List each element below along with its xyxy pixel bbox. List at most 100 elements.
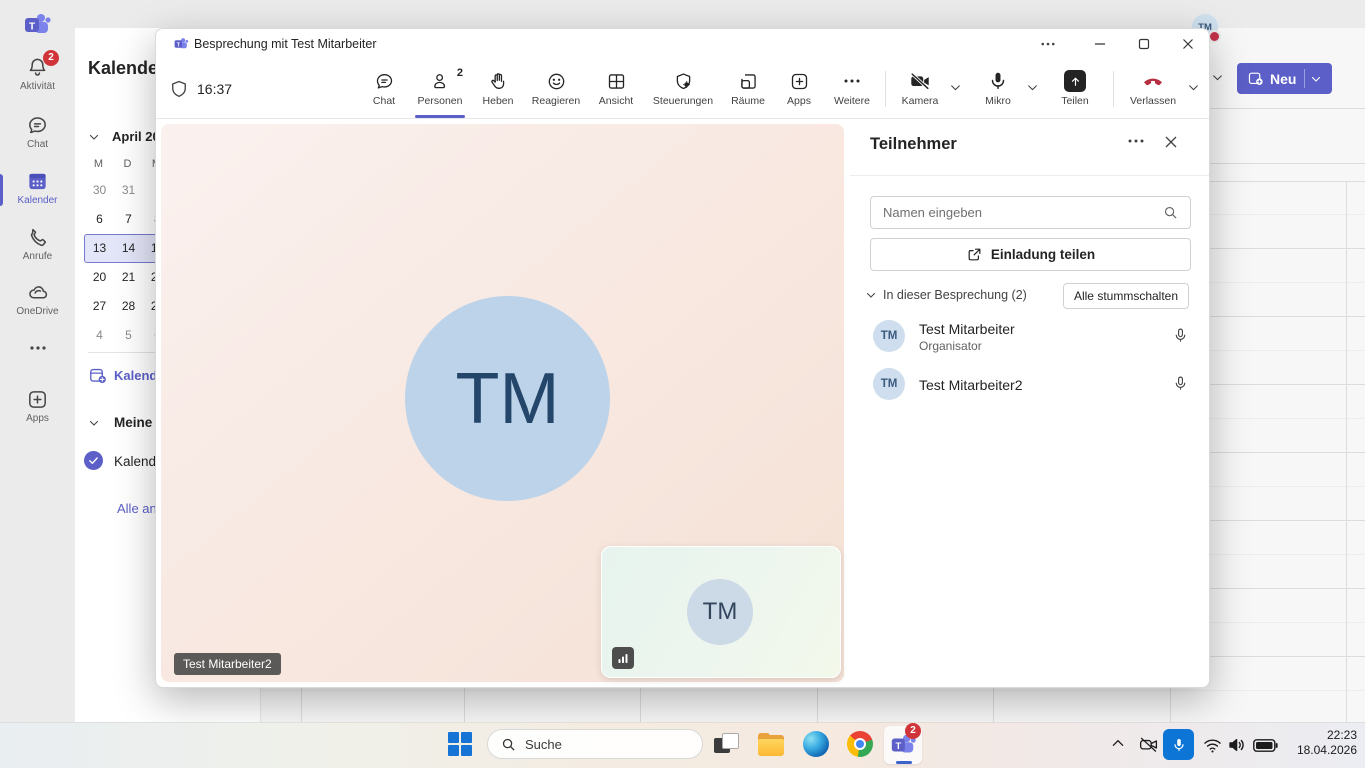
mini-calendar-day[interactable]: 7 <box>114 206 143 233</box>
wifi-icon[interactable] <box>1203 737 1222 754</box>
tab-apps[interactable]: Apps <box>775 59 823 118</box>
meeting-close-button[interactable] <box>1182 38 1194 50</box>
mini-calendar-day[interactable]: 28 <box>114 293 143 320</box>
tab-rooms[interactable]: Räume <box>721 59 775 118</box>
mini-calendar-day[interactable]: 6 <box>85 206 114 233</box>
taskbar-clock[interactable]: 22:23 18.04.2026 <box>1297 728 1357 758</box>
sidebar-item-onedrive[interactable]: OneDrive <box>0 281 75 317</box>
app-rail <box>0 0 75 722</box>
mini-calendar-day[interactable]: 4 <box>85 322 114 349</box>
mini-calendar-day[interactable]: 21 <box>114 264 143 291</box>
share-button[interactable]: Teilen <box>1050 59 1100 118</box>
sidebar-item-calls[interactable]: Anrufe <box>0 226 75 262</box>
sidebar-item-activity[interactable]: 2 Aktivität <box>0 56 75 92</box>
plus-square-icon <box>789 71 810 92</box>
mini-calendar-day[interactable]: 31 <box>114 177 143 204</box>
tab-view[interactable]: Ansicht <box>587 59 645 118</box>
speaker-name-tag: Test Mitarbeiter2 <box>174 653 281 675</box>
camera-button[interactable]: Kamera <box>894 59 946 118</box>
search-icon <box>1163 205 1178 220</box>
mic-options-chevron[interactable] <box>1026 81 1039 94</box>
mute-all-button[interactable]: Alle stummschalten <box>1063 283 1189 309</box>
share-invite-button[interactable]: Einladung teilen <box>870 238 1191 271</box>
camera-options-chevron[interactable] <box>949 81 962 94</box>
new-event-main[interactable]: Neu <box>1237 70 1304 87</box>
volume-icon[interactable] <box>1227 736 1247 754</box>
mic-button[interactable]: Mikro <box>972 59 1024 118</box>
chevron-down-icon[interactable] <box>88 417 100 429</box>
taskbar-search[interactable]: Suche <box>487 729 703 759</box>
participant-search-input[interactable] <box>871 205 1163 220</box>
edge-button[interactable] <box>803 731 829 757</box>
mini-calendar-day[interactable]: 27 <box>85 293 114 320</box>
activity-badge: 2 <box>43 50 59 66</box>
teams-logo: T <box>22 10 52 40</box>
battery-icon[interactable] <box>1253 739 1278 752</box>
people-count-badge: 2 <box>457 67 463 79</box>
sidebar-item-label: Anrufe <box>0 251 75 262</box>
taskbar-search-label: Suche <box>525 737 562 752</box>
mini-calendar-day[interactable]: 20 <box>85 264 114 291</box>
app-topbar <box>75 0 1365 28</box>
tab-raise-hand[interactable]: Heben <box>471 59 525 118</box>
view-selector-chevron-icon[interactable] <box>1211 71 1224 84</box>
section-header[interactable]: In dieser Besprechung (2) <box>883 288 1027 302</box>
participant-mic-icon[interactable] <box>1172 375 1189 392</box>
mini-calendar-day[interactable]: 13 <box>85 235 114 262</box>
mini-calendar-day[interactable]: 5 <box>114 322 143 349</box>
share-screen-icon <box>1064 70 1086 92</box>
participant-search[interactable] <box>870 196 1191 229</box>
security-shield-icon[interactable] <box>169 79 189 99</box>
minimize-icon <box>1094 38 1106 50</box>
chevron-down-icon[interactable] <box>88 131 100 143</box>
leave-options-chevron[interactable] <box>1187 81 1200 94</box>
tab-react[interactable]: Reagieren <box>525 59 587 118</box>
participant-row[interactable]: TM Test Mitarbeiter Organisator <box>850 314 1210 362</box>
mini-calendar-day[interactable]: 14 <box>114 235 143 262</box>
sidebar-item-chat[interactable]: Chat <box>0 114 75 150</box>
tab-chat[interactable]: Chat <box>359 59 409 118</box>
calendar-checkbox[interactable] <box>84 451 103 470</box>
chat-icon <box>374 71 395 92</box>
tab-controls[interactable]: Steuerungen <box>645 59 721 118</box>
meeting-minimize-button[interactable] <box>1094 38 1106 50</box>
phone-icon <box>26 226 49 249</box>
participant-initials: TM <box>881 378 898 390</box>
titlebar-more-button[interactable] <box>1041 42 1055 46</box>
meeting-titlebar[interactable]: T Besprechung mit Test Mitarbeiter <box>156 29 1209 59</box>
sidebar-item-apps[interactable]: Apps <box>0 388 75 424</box>
speaker-icon <box>1227 736 1247 754</box>
sidebar-item-calendar[interactable]: Kalender <box>0 170 75 206</box>
meeting-window-title: Besprechung mit Test Mitarbeiter <box>194 37 377 51</box>
leave-button[interactable]: Verlassen <box>1122 59 1184 118</box>
tab-more[interactable]: Weitere <box>823 59 881 118</box>
tab-people[interactable]: 2 Personen <box>409 59 471 118</box>
start-button[interactable] <box>447 731 473 757</box>
participant-row[interactable]: TM Test Mitarbeiter2 <box>850 362 1210 410</box>
tab-label: Weitere <box>834 95 870 107</box>
chrome-button[interactable] <box>847 731 873 757</box>
new-event-dropdown[interactable] <box>1305 73 1327 85</box>
section-chevron-icon[interactable] <box>865 289 877 301</box>
rail-more-button[interactable] <box>0 346 75 350</box>
tray-camera-off-button[interactable] <box>1138 734 1159 755</box>
audio-level-badge <box>612 647 634 669</box>
edge-icon <box>803 731 829 757</box>
battery-icon <box>1253 739 1278 752</box>
tray-mic-in-use-button[interactable] <box>1163 729 1194 760</box>
self-view-tile[interactable]: TM <box>601 546 841 678</box>
meeting-maximize-button[interactable] <box>1138 38 1150 50</box>
task-view-button[interactable] <box>714 733 738 755</box>
new-event-button[interactable]: Neu <box>1237 63 1332 94</box>
calendar-add-icon <box>1247 70 1264 87</box>
people-icon <box>430 71 451 92</box>
participant-avatar: TM <box>873 320 905 352</box>
mini-calendar-day[interactable]: 30 <box>85 177 114 204</box>
participant-mic-icon[interactable] <box>1172 327 1189 344</box>
participants-close-button[interactable] <box>1164 135 1178 149</box>
divider <box>850 175 1210 176</box>
folder-icon <box>758 739 784 756</box>
participants-more-button[interactable] <box>1128 139 1144 143</box>
tray-expand-button[interactable] <box>1111 738 1125 748</box>
file-explorer-button[interactable] <box>758 733 784 756</box>
